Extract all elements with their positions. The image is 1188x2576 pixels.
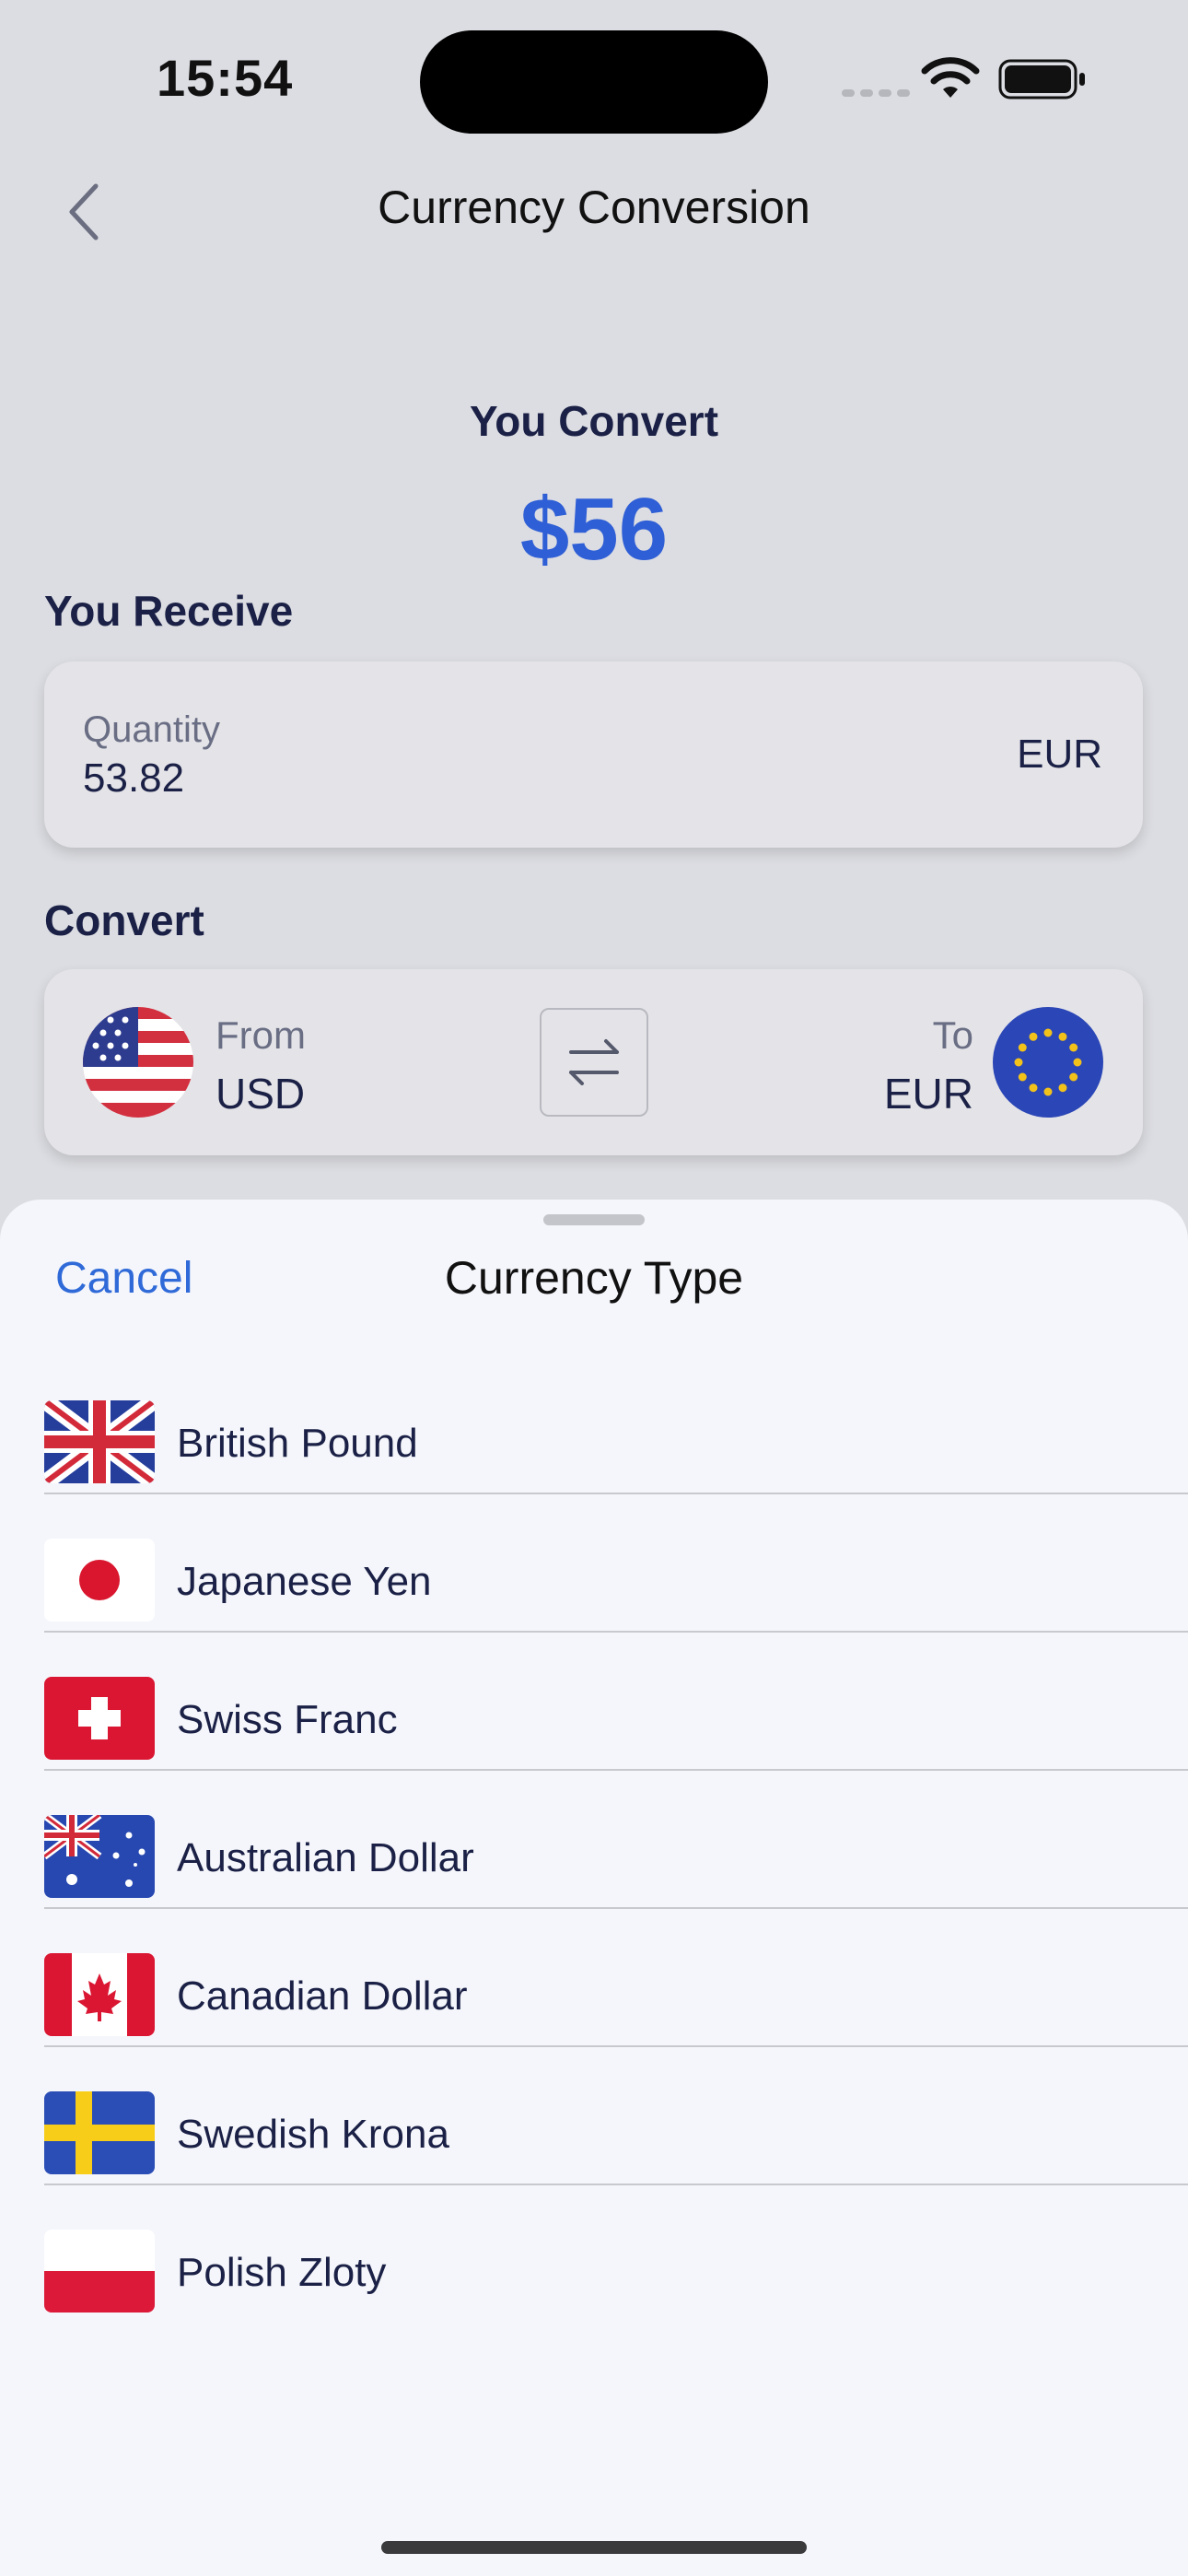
pl-flag-icon (44, 2230, 155, 2313)
quantity-label: Quantity (83, 709, 220, 750)
currency-name: British Pound (177, 1421, 418, 1466)
currency-name: Swiss Franc (177, 1697, 398, 1742)
dynamic-island (420, 30, 768, 134)
page-title: Currency Conversion (378, 181, 810, 233)
swap-currencies-button[interactable] (540, 1008, 648, 1117)
status-time: 15:54 (157, 49, 294, 107)
from-label: From (215, 1013, 306, 1057)
wifi-icon (921, 57, 980, 98)
au-flag-icon (44, 1815, 155, 1898)
ch-flag-icon (44, 1677, 155, 1760)
swap-arrows-icon (569, 1039, 619, 1085)
cellular-signal-icon (842, 85, 915, 101)
currency-name: Japanese Yen (177, 1559, 432, 1604)
ca-flag-icon (44, 1953, 155, 2036)
sheet-grabber[interactable] (543, 1214, 645, 1225)
you-convert-label: You Convert (469, 397, 719, 445)
to-currency-code[interactable]: EUR (884, 1069, 973, 1118)
quantity-card[interactable]: Quantity 53.82 EUR (44, 662, 1143, 848)
you-receive-label: You Receive (44, 587, 294, 635)
convert-label: Convert (44, 896, 204, 944)
currency-row-gbp[interactable]: British Pound (44, 1356, 1188, 1494)
currency-row-chf[interactable]: Swiss Franc (44, 1633, 1188, 1771)
currency-name: Australian Dollar (177, 1835, 474, 1880)
currency-name: Canadian Dollar (177, 1973, 468, 2019)
currency-pair-card: From USD To EUR (44, 969, 1143, 1155)
se-flag-icon (44, 2091, 155, 2174)
battery-icon (998, 59, 1085, 100)
currency-row-jpy[interactable]: Japanese Yen (44, 1494, 1188, 1633)
home-indicator[interactable] (381, 2541, 807, 2554)
back-button[interactable] (57, 175, 112, 249)
eu-flag-icon[interactable] (993, 1007, 1103, 1118)
convert-amount: $56 (519, 480, 669, 579)
currency-row-sek[interactable]: Swedish Krona (44, 2047, 1188, 2185)
currency-name: Polish Zloty (177, 2250, 387, 2295)
gb-flag-icon (44, 1400, 155, 1483)
currency-row-pln[interactable]: Polish Zloty (44, 2185, 1188, 2324)
jp-flag-icon (44, 1539, 155, 1622)
quantity-currency: EUR (1017, 732, 1102, 777)
from-currency-code[interactable]: USD (215, 1069, 305, 1118)
cancel-button[interactable]: Cancel (55, 1253, 192, 1304)
currency-row-cad[interactable]: Canadian Dollar (44, 1909, 1188, 2047)
us-flag-icon[interactable] (83, 1007, 193, 1118)
currency-name: Swedish Krona (177, 2112, 449, 2157)
currency-row-aud[interactable]: Australian Dollar (44, 1771, 1188, 1909)
to-label: To (932, 1013, 973, 1057)
chevron-left-icon (69, 183, 99, 240)
quantity-value: 53.82 (83, 755, 185, 801)
currency-type-sheet: Currency Type Cancel British Pound Japan… (0, 1200, 1188, 2576)
